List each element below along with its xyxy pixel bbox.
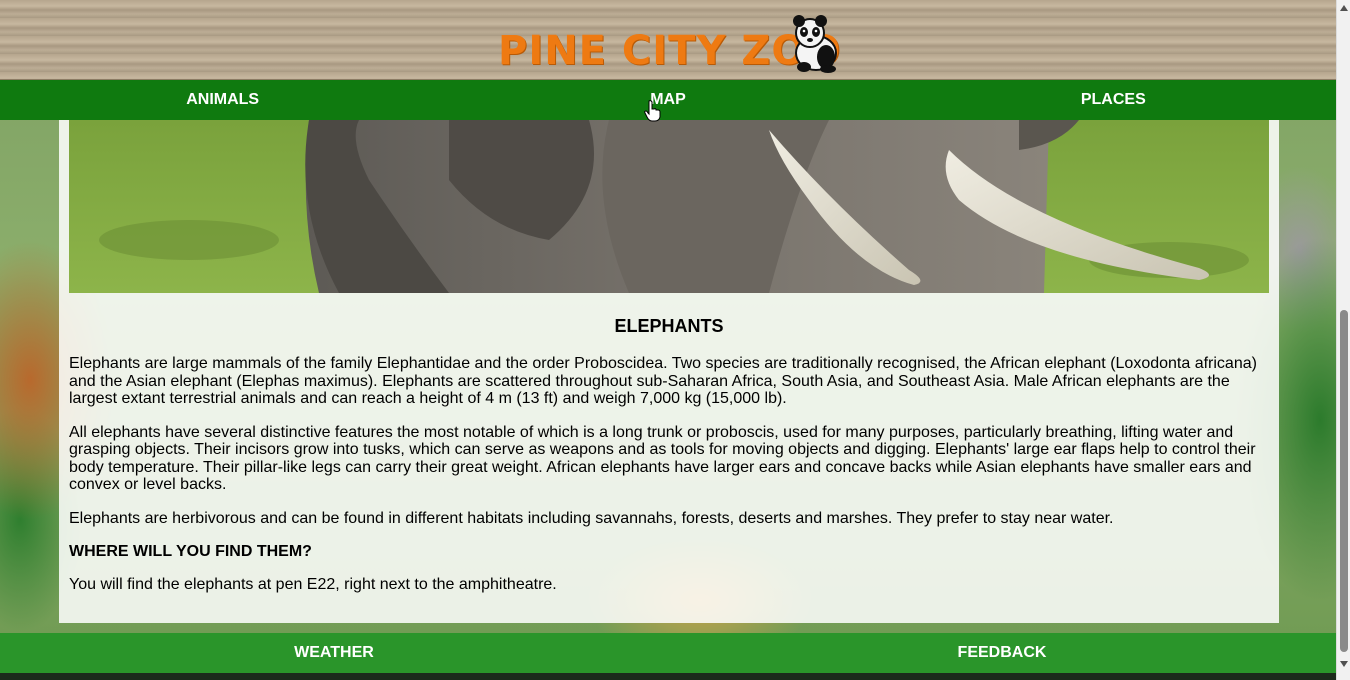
scroll-thumb[interactable] — [1340, 310, 1348, 652]
nav-weather[interactable]: WEATHER — [0, 633, 668, 673]
article: ELEPHANTS Elephants are large mammals of… — [69, 316, 1269, 610]
nav-map[interactable]: MAP — [445, 80, 890, 120]
vertical-scrollbar[interactable] — [1336, 0, 1350, 680]
nav-feedback[interactable]: FEEDBACK — [668, 633, 1336, 673]
hero-image — [69, 120, 1269, 293]
panda-icon — [793, 15, 837, 73]
page-title: ELEPHANTS — [614, 316, 724, 336]
hand-cursor-icon — [644, 100, 661, 122]
main-nav: ANIMALS MAP PLACES — [0, 80, 1336, 120]
nav-places[interactable]: PLACES — [891, 80, 1336, 120]
article-paragraph: Elephants are large mammals of the famil… — [69, 355, 1257, 407]
content-panel: ELEPHANTS Elephants are large mammals of… — [59, 120, 1279, 623]
nav-animals[interactable]: ANIMALS — [0, 80, 445, 120]
article-paragraph: Elephants are herbivorous and can be fou… — [69, 509, 1114, 527]
page-bottom-edge — [0, 673, 1336, 680]
elephant-photo — [69, 120, 1269, 293]
footer-nav: WEATHER FEEDBACK — [0, 633, 1336, 673]
location-text: You will find the elephants at pen E22, … — [69, 576, 557, 593]
site-header: PINE CITY ZOO — [0, 0, 1336, 80]
scroll-up-arrow-icon[interactable] — [1340, 5, 1348, 11]
location-heading: WHERE WILL YOU FIND THEM? — [69, 543, 312, 560]
scroll-down-arrow-icon[interactable] — [1340, 661, 1348, 667]
article-paragraph: All elephants have several distinctive f… — [69, 423, 1256, 494]
